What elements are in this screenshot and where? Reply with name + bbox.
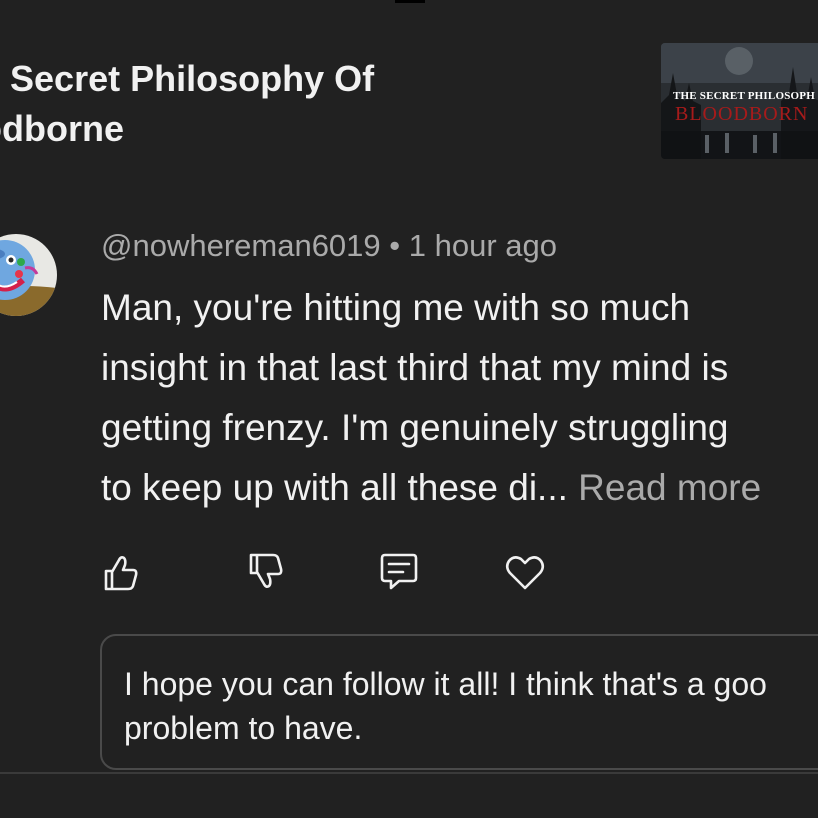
divider bbox=[0, 772, 818, 774]
clown-face-avatar-icon bbox=[0, 234, 57, 316]
avatar[interactable] bbox=[0, 222, 57, 328]
meta-separator: • bbox=[380, 228, 409, 263]
reply-text: I hope you can follow it all! I think th… bbox=[124, 666, 767, 746]
status-notch bbox=[395, 0, 425, 3]
heart-icon[interactable] bbox=[503, 550, 547, 594]
thumbnail-caption: THE SECRET PHILOSOPH bbox=[673, 90, 815, 102]
comment-meta: @nowhereman6019 • 1 hour ago bbox=[101, 228, 557, 264]
video-title[interactable]: e Secret Philosophy Of odborne bbox=[0, 54, 440, 154]
comment-text: Man, you're hitting me with so much insi… bbox=[101, 278, 818, 518]
video-thumbnail[interactable]: THE SECRET PHILOSOPH BLOODBORN bbox=[661, 43, 818, 159]
read-more-link[interactable]: Read more bbox=[578, 467, 761, 508]
thumbnail-logo-text: BLOODBORN bbox=[675, 103, 809, 125]
comment-detail-screen: e Secret Philosophy Of odborne THE SECRE… bbox=[0, 0, 818, 818]
comment-bubble-icon[interactable] bbox=[377, 550, 421, 594]
comment-author[interactable]: @nowhereman6019 bbox=[101, 228, 381, 263]
comment-time: 1 hour ago bbox=[408, 228, 557, 263]
thumbs-up-icon[interactable] bbox=[99, 550, 143, 594]
thumbs-down-icon[interactable] bbox=[244, 550, 288, 594]
reply-box[interactable]: I hope you can follow it all! I think th… bbox=[100, 634, 818, 770]
